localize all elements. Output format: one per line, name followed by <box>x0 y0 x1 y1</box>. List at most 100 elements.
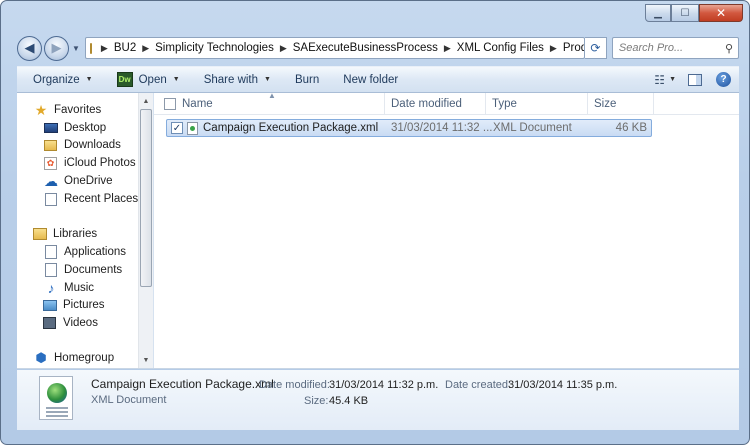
navigation-pane: ★ Favorites Desktop Downloads ✿ iCloud P… <box>17 93 153 368</box>
sidebar-item-label: iCloud Photos <box>64 157 136 169</box>
chevron-right-icon[interactable]: ▶ <box>444 43 451 54</box>
sidebar-homegroup[interactable]: ⬢ Homegroup <box>33 349 114 367</box>
column-name-label: Name <box>182 98 213 110</box>
folder-icon <box>89 42 92 54</box>
sidebar-item-label: Videos <box>63 317 98 329</box>
sidebar-item-documents[interactable]: Documents <box>43 261 122 279</box>
sidebar-item-pictures[interactable]: Pictures <box>43 296 105 314</box>
minimize-icon: ▁ <box>654 7 662 19</box>
chevron-right-icon[interactable]: ▶ <box>280 43 287 54</box>
file-type: XML Document <box>493 122 572 134</box>
sidebar-item-applications[interactable]: Applications <box>43 243 126 261</box>
sidebar-item-music[interactable]: ♪ Music <box>43 279 95 297</box>
breadcrumb-simplicity[interactable]: Simplicity Technologies <box>155 42 274 54</box>
address-bar[interactable]: ▶ BU2 ▶ Simplicity Technologies ▶ SAExec… <box>84 37 585 59</box>
onedrive-cloud-icon: ☁ <box>44 172 58 189</box>
sidebar-item-desktop[interactable]: Desktop <box>43 119 106 137</box>
preview-pane-icon[interactable] <box>688 73 702 86</box>
details-date-modified: 31/03/2014 11:32 p.m. <box>329 379 439 391</box>
column-type[interactable]: Type <box>486 93 588 115</box>
details-file-type: XML Document <box>91 394 167 406</box>
sidebar-libraries[interactable]: Libraries <box>33 225 97 243</box>
sidebar-item-label: OneDrive <box>64 175 113 187</box>
scrollbar-thumb[interactable] <box>140 109 152 287</box>
chevron-down-icon: ▼ <box>172 76 180 83</box>
sidebar-item-downloads[interactable]: Downloads <box>43 136 121 154</box>
sidebar-favorites[interactable]: ★ Favorites <box>33 101 102 119</box>
refresh-button[interactable]: ⟳ <box>584 37 607 59</box>
globe-icon <box>47 383 67 403</box>
column-date-label: Date modified <box>391 98 462 110</box>
close-icon: ✕ <box>715 6 727 20</box>
share-with-label: Share with <box>203 73 259 86</box>
back-arrow-icon: ◀ <box>24 40 35 55</box>
breadcrumb-bu2[interactable]: BU2 <box>114 42 136 54</box>
new-folder-label: New folder <box>343 73 399 86</box>
breadcrumb-production[interactable]: Production <box>563 42 584 54</box>
burn-button[interactable]: Burn <box>295 74 319 86</box>
chevron-right-icon[interactable]: ▶ <box>142 43 149 54</box>
xml-file-icon <box>187 121 198 135</box>
row-checkbox[interactable]: ✓ <box>171 122 183 134</box>
minimize-button[interactable]: ▁ <box>645 4 671 22</box>
chevron-right-icon[interactable]: ▶ <box>101 43 108 54</box>
sidebar-item-label: Documents <box>64 264 123 276</box>
sidebar-item-videos[interactable]: Videos <box>43 314 98 332</box>
column-date-modified[interactable]: Date modified <box>385 93 486 115</box>
organize-button[interactable]: Organize ▼ <box>33 74 93 86</box>
change-view-icon[interactable]: ☷ <box>654 73 665 87</box>
scroll-down-icon[interactable]: ▼ <box>139 353 153 367</box>
icon-line <box>46 407 68 409</box>
file-row[interactable]: ✓ Campaign Execution Package.xml 31/03/2… <box>166 119 652 137</box>
chevron-right-icon[interactable]: ▶ <box>550 43 557 54</box>
search-input[interactable]: Search Pro... ⚲ <box>611 37 739 59</box>
back-button[interactable]: ◀ <box>17 35 42 61</box>
recent-pages-dropdown[interactable]: ▼ <box>72 44 80 53</box>
recent-places-icon <box>45 192 57 206</box>
sidebar-scrollbar[interactable]: ▲ ▼ <box>138 93 153 368</box>
column-header-row: ▲ Name Date modified Type Size <box>154 91 739 115</box>
column-size[interactable]: Size <box>588 93 654 115</box>
refresh-icon: ⟳ <box>590 41 601 55</box>
dreamweaver-icon: Dw <box>116 72 133 87</box>
details-date-modified-label: Date modified: <box>259 379 330 391</box>
file-date-modified: 31/03/2014 11:32 ... <box>391 122 493 134</box>
applications-library-icon <box>45 245 57 259</box>
pictures-icon <box>43 299 57 311</box>
sidebar-item-icloud-photos[interactable]: ✿ iCloud Photos <box>43 154 136 172</box>
file-size: 46 KB <box>615 122 647 134</box>
sidebar-item-label: Applications <box>64 246 127 258</box>
forward-button[interactable]: ▶ <box>44 35 69 61</box>
toolbar-right: ☷ ▼ ? <box>654 72 731 87</box>
help-icon[interactable]: ? <box>716 72 731 87</box>
caption-buttons: ▁ ☐ ✕ <box>645 4 743 22</box>
sidebar-item-onedrive[interactable]: ☁ OneDrive <box>43 172 113 190</box>
sidebar-item-label: Downloads <box>64 139 121 151</box>
breadcrumb-saexecute[interactable]: SAExecuteBusinessProcess <box>293 42 438 54</box>
new-folder-button[interactable]: New folder <box>343 74 398 86</box>
close-button[interactable]: ✕ <box>699 4 743 22</box>
select-all-checkbox[interactable] <box>164 98 176 110</box>
sidebar-item-recent-places[interactable]: Recent Places <box>43 190 138 208</box>
chevron-down-icon: ▼ <box>264 76 271 83</box>
breadcrumb-xml-config[interactable]: XML Config Files <box>457 42 544 54</box>
navigation-row: ◀ ▶ ▼ ▶ BU2 ▶ Simplicity Technologies ▶ … <box>17 34 739 62</box>
file-list: ▲ Name Date modified Type Size ✓ Campaig… <box>154 91 739 368</box>
music-note-icon: ♪ <box>47 280 55 296</box>
icon-line <box>46 415 68 417</box>
column-name[interactable]: Name <box>176 93 385 115</box>
open-label: Open <box>138 73 167 86</box>
sidebar-item-label: Desktop <box>64 122 107 134</box>
open-button[interactable]: Dw Open ▼ <box>116 72 180 87</box>
search-placeholder: Search Pro... <box>618 42 684 54</box>
homegroup-icon: ⬢ <box>35 350 47 365</box>
maximize-button[interactable]: ☐ <box>671 4 699 22</box>
search-icon: ⚲ <box>724 42 733 55</box>
details-date-created: 31/03/2014 11:35 p.m. <box>508 379 618 391</box>
sidebar-favorites-label: Favorites <box>54 104 102 116</box>
scroll-up-icon[interactable]: ▲ <box>139 94 153 108</box>
icloud-photos-icon: ✿ <box>44 156 57 170</box>
share-with-button[interactable]: Share with ▼ <box>204 74 271 86</box>
forward-arrow-icon: ▶ <box>51 40 62 55</box>
view-dropdown-icon[interactable]: ▼ <box>669 76 676 83</box>
